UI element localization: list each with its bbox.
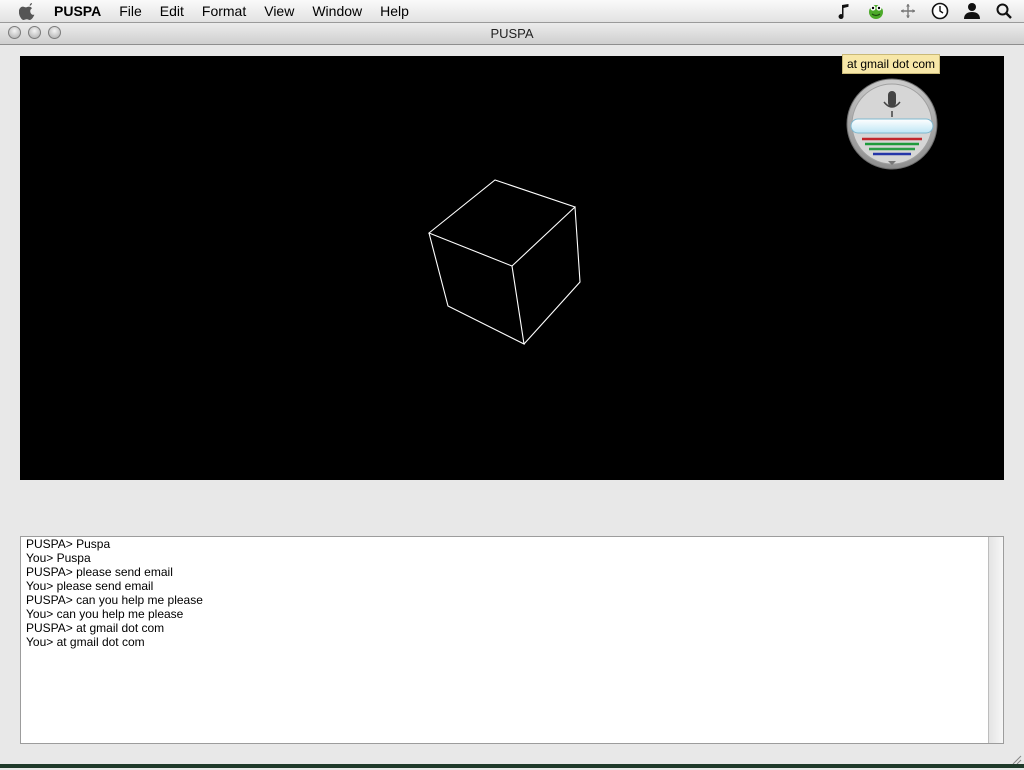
transcript-line: You> can you help me please [26, 607, 983, 621]
desktop-strip [0, 764, 1024, 768]
transcript-line: PUSPA> can you help me please [26, 593, 983, 607]
menu-app-puspa[interactable]: PUSPA [45, 0, 110, 22]
resize-grip-icon[interactable] [1010, 752, 1022, 764]
music-note-icon[interactable] [834, 1, 854, 21]
clock-icon[interactable] [930, 1, 950, 21]
window-title-bar[interactable]: PUSPA [0, 23, 1024, 45]
transcript-line: PUSPA> please send email [26, 565, 983, 579]
frog-status-icon[interactable] [866, 1, 886, 21]
menu-help[interactable]: Help [371, 0, 418, 22]
speech-tooltip: at gmail dot com [842, 54, 940, 74]
transcript-scrollbar[interactable] [988, 537, 1003, 743]
network-icon[interactable] [898, 1, 918, 21]
menu-window[interactable]: Window [303, 0, 371, 22]
menu-bar: PUSPA File Edit Format View Window Help [0, 0, 1024, 23]
transcript-line: PUSPA> Puspa [26, 537, 983, 551]
transcript-line: You> at gmail dot com [26, 635, 983, 649]
transcript-line: PUSPA> at gmail dot com [26, 621, 983, 635]
menu-file[interactable]: File [110, 0, 151, 22]
window-title: PUSPA [0, 23, 1024, 44]
menu-view[interactable]: View [255, 0, 303, 22]
speech-recognition-widget[interactable] [846, 78, 938, 170]
spotlight-search-icon[interactable] [994, 1, 1014, 21]
apple-icon[interactable] [17, 1, 37, 21]
transcript-line: You> Puspa [26, 551, 983, 565]
menu-edit[interactable]: Edit [151, 0, 193, 22]
transcript-lines: PUSPA> Puspa You> Puspa PUSPA> please se… [26, 537, 983, 649]
menu-format[interactable]: Format [193, 0, 255, 22]
transcript-line: You> please send email [26, 579, 983, 593]
transcript-panel[interactable]: PUSPA> Puspa You> Puspa PUSPA> please se… [20, 536, 1004, 744]
user-icon[interactable] [962, 1, 982, 21]
